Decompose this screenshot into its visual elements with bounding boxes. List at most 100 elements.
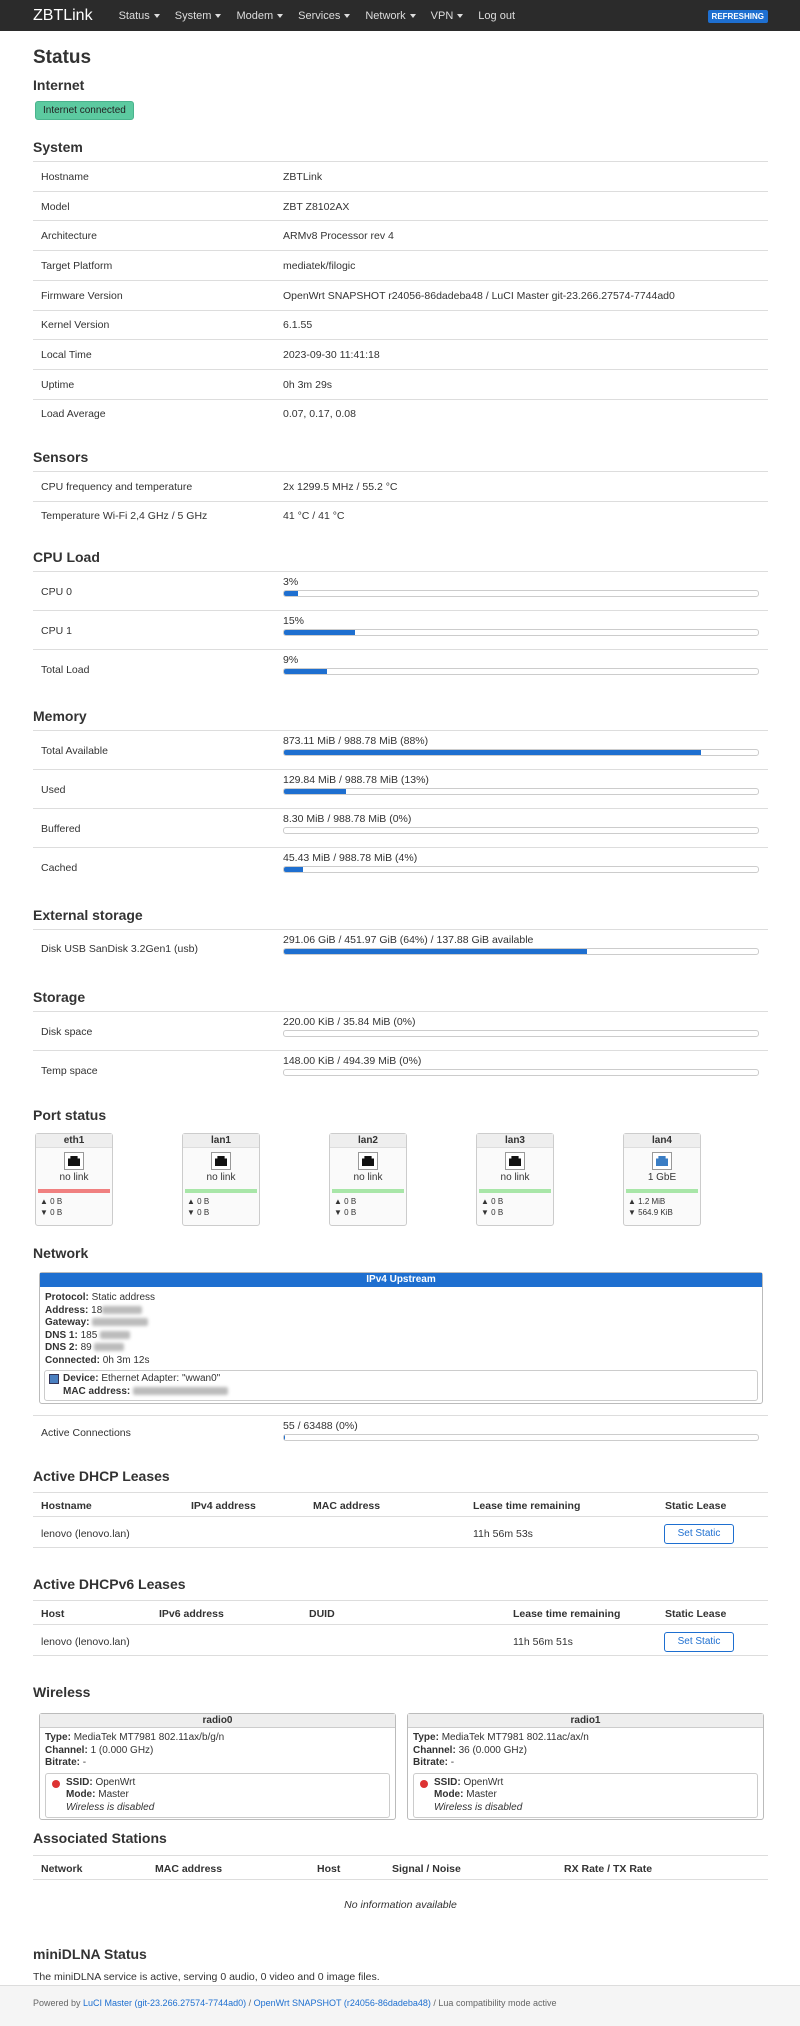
port-status-line [626, 1189, 698, 1193]
port-card: lan2 no link ▲ 0 B ▼ 0 B [329, 1133, 407, 1226]
active-connections-value: 55 / 63488 (0%) [283, 1420, 358, 1432]
port-link-status: no link [206, 1172, 236, 1183]
set-static-button[interactable]: Set Static [664, 1524, 734, 1544]
port-status-heading: Port status [33, 1107, 107, 1123]
bar-row: Disk USB SanDisk 3.2Gen1 (usb) 291.06 GiB… [33, 929, 768, 967]
nav-system[interactable]: System [175, 10, 222, 22]
port-status-line [332, 1189, 404, 1193]
port-name: lan4 [624, 1134, 700, 1148]
wireless-disabled-text: Wireless is disabled [66, 1801, 155, 1813]
col-static-lease: Static Lease [665, 1608, 727, 1620]
col-duid: DUID [309, 1608, 335, 1620]
bar-label: 9% [283, 654, 299, 666]
progress-bar [283, 866, 759, 873]
row-label: Temperature Wi-Fi 2,4 GHz / 5 GHz [41, 510, 208, 523]
row-label: Disk space [41, 1025, 93, 1038]
info-row: Model ZBT Z8102AX [33, 190, 768, 221]
mode-line: Mode: Master [434, 1789, 757, 1802]
nav-vpn[interactable]: VPN [431, 10, 464, 22]
col-ipv6: IPv6 address [159, 1608, 224, 1620]
port-status-line [185, 1189, 257, 1193]
bar-label: 148.00 KiB / 494.39 MiB (0%) [283, 1055, 422, 1067]
bar-label: 220.00 KiB / 35.84 MiB (0%) [283, 1016, 416, 1028]
bar-fill [284, 750, 702, 755]
row-value: 2023-09-30 11:41:18 [283, 349, 380, 362]
radio-bitrate: Bitrate: - [413, 1757, 763, 1770]
protocol-value: Static address [91, 1292, 156, 1303]
mode-label: Mode: [434, 1789, 464, 1800]
dhcp-table-row: lenovo (lenovo.lan) 11h 56m 53s Set Stat… [33, 1517, 768, 1548]
nav-logout[interactable]: Log out [478, 10, 515, 22]
dns1-value: 185 [80, 1329, 98, 1341]
dhcp-table-header: Hostname IPv4 address MAC address Lease … [33, 1492, 768, 1517]
port-name: lan3 [477, 1134, 553, 1148]
col-lease-time: Lease time remaining [473, 1500, 581, 1512]
connected-label: Connected: [45, 1354, 100, 1366]
port-card: lan3 no link ▲ 0 B ▼ 0 B [476, 1133, 554, 1226]
row-label: Buffered [41, 822, 81, 835]
refresh-indicator[interactable]: REFRESHING [707, 10, 768, 23]
port-name: lan1 [183, 1134, 259, 1148]
bar-label: 8.30 MiB / 988.78 MiB (0%) [283, 813, 412, 825]
nav-services[interactable]: Services [298, 10, 351, 22]
connected-value: 0h 3m 12s [102, 1354, 150, 1366]
col-mac: MAC address [155, 1863, 223, 1875]
radio-type-value: MediaTek MT7981 802.11ax/b/g/n [73, 1732, 225, 1743]
radio-channel-label: Channel: [413, 1744, 456, 1756]
row-label: Uptime [41, 378, 75, 391]
bar-label: 129.84 MiB / 988.78 MiB (13%) [283, 774, 429, 786]
address-value: 18 [91, 1304, 103, 1316]
radio-channel-label: Channel: [45, 1744, 88, 1756]
radio-bitrate-label: Bitrate: [413, 1757, 449, 1768]
col-hostname: Hostname [41, 1500, 92, 1512]
info-row: Uptime 0h 3m 29s [33, 368, 768, 399]
footer-luci-link[interactable]: LuCI Master (git-23.266.27574-7744ad0) [83, 1998, 246, 2008]
progress-bar [283, 827, 759, 834]
redacted-gateway [92, 1318, 149, 1327]
dhcpv6-leases-heading: Active DHCPv6 Leases [33, 1576, 186, 1592]
radio-box: radio1 Type: MediaTek MT7981 802.11ac/ax/… [407, 1713, 764, 1820]
col-static-lease: Static Lease [665, 1500, 727, 1512]
chevron-down-icon [277, 13, 284, 18]
footer-openwrt-link[interactable]: OpenWrt SNAPSHOT (r24056-86dadeba48) [254, 1998, 431, 2008]
disabled-icon [52, 1779, 60, 1788]
brand-logo[interactable]: ZBTLink [33, 7, 93, 25]
port-rx: ▼ 0 B [40, 1208, 63, 1217]
row-value: 2x 1299.5 MHz / 55.2 °C [283, 480, 398, 493]
mode-line: Mode: Master [66, 1789, 389, 1802]
progress-bar [283, 788, 759, 795]
redacted-dns2 [94, 1343, 125, 1352]
bar-row: CPU 1 15% [33, 610, 768, 649]
bar-row: Temp space 148.00 KiB / 494.39 MiB (0%) [33, 1050, 768, 1089]
associated-stations-heading: Associated Stations [33, 1830, 167, 1846]
row-label: Kernel Version [41, 319, 110, 332]
stations-table-header: Network MAC address Host Signal / Noise … [33, 1855, 768, 1880]
row-value: OpenWrt SNAPSHOT r24056-86dadeba48 / LuC… [283, 289, 675, 302]
bar-label: 873.11 MiB / 988.78 MiB (88%) [283, 735, 429, 747]
info-row: Local Time 2023-09-30 11:41:18 [33, 339, 768, 369]
system-heading: System [33, 139, 83, 155]
row-label: CPU 0 [41, 585, 72, 598]
radio-name: radio0 [40, 1714, 395, 1728]
col-host: Host [41, 1608, 65, 1620]
nav-status[interactable]: Status [119, 10, 160, 22]
bar-row: CPU 0 3% [33, 571, 768, 610]
bar-fill [284, 949, 588, 954]
radio-type-label: Type: [413, 1732, 439, 1743]
set-static-button[interactable]: Set Static [664, 1632, 734, 1652]
row-label: Model [41, 200, 70, 213]
progress-bar [283, 749, 759, 756]
ssid-line: SSID: OpenWrt [434, 1777, 757, 1790]
row-value: 0h 3m 29s [283, 378, 333, 391]
ethernet-icon [49, 1374, 59, 1384]
nav-modem[interactable]: Modem [236, 10, 284, 22]
row-label: Local Time [41, 349, 92, 362]
upstream-details: Protocol: Static address Address: 18 Gat… [40, 1292, 762, 1367]
progress-bar [283, 668, 759, 675]
nav-network[interactable]: Network [365, 10, 416, 22]
col-rx-tx-rate: RX Rate / TX Rate [564, 1863, 653, 1875]
active-connections-bar [283, 1434, 759, 1441]
row-label: Architecture [41, 230, 98, 243]
disabled-icon [420, 1779, 428, 1788]
redacted-mac [133, 1386, 229, 1395]
